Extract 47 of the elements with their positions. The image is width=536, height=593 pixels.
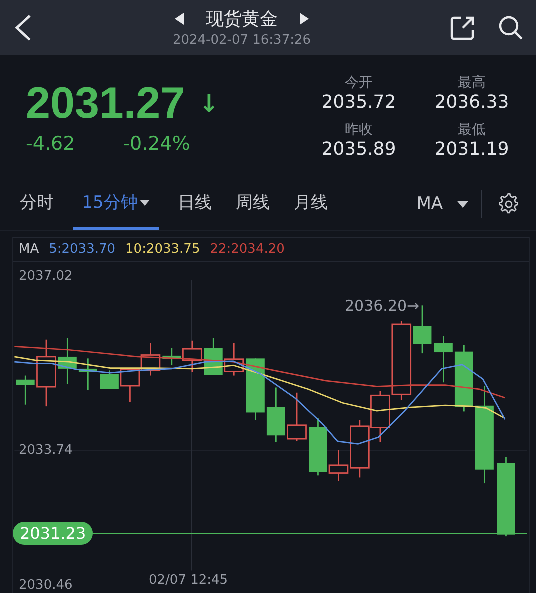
candle (58, 338, 77, 384)
candle (36, 340, 56, 407)
percent-change: -0.24% (123, 132, 190, 154)
stat-label: 昨收 (345, 120, 373, 138)
caret-icon (457, 200, 469, 208)
window-title: 现货黄金 (206, 8, 278, 31)
stat-label: 最低 (458, 120, 486, 138)
period-tab[interactable]: 日线 (173, 178, 217, 230)
candle (78, 358, 98, 390)
period-tab[interactable]: 分时 (15, 178, 59, 230)
search-icon[interactable] (498, 14, 524, 40)
timestamp: 2024-02-07 16:37:26 (172, 33, 312, 48)
stat-value: 2031.19 (434, 138, 510, 160)
candle (287, 392, 307, 442)
candle (434, 336, 453, 383)
candle (454, 345, 474, 412)
candle (224, 343, 244, 376)
last-price: 2031.27 (26, 78, 186, 128)
stat-label: 今开 (345, 74, 373, 92)
axis-label: 2033.74 (19, 443, 73, 458)
previous-icon[interactable] (174, 13, 184, 25)
legend-label: MA (19, 242, 40, 257)
candle (246, 358, 265, 420)
stat-value: 2035.89 (322, 138, 396, 160)
high-marker: 2036.20→ (345, 297, 420, 315)
period-tab[interactable]: 月线 (289, 178, 333, 230)
current-price-tag: 2031.23 (13, 522, 94, 545)
candle (204, 338, 223, 376)
price-change: -4.62 (26, 132, 76, 154)
candle (140, 343, 161, 376)
stat-value: 2035.72 (322, 92, 396, 112)
ma-value: 10:2033.75 (126, 242, 200, 257)
candle (266, 388, 286, 442)
direction-arrow: ↓ (199, 90, 220, 118)
ma-value: 5:2033.70 (49, 242, 116, 257)
axis-label: 2037.02 (19, 269, 73, 284)
indicator-dropdown[interactable]: MA (416, 190, 482, 218)
candle (16, 376, 35, 405)
period-tab[interactable]: 周线 (231, 178, 275, 230)
ma-value: 22:2034.20 (210, 242, 285, 257)
stat-value: 2036.33 (434, 92, 510, 112)
next-icon[interactable] (300, 13, 309, 25)
period-tab[interactable]: 15分钟 (73, 178, 159, 230)
axis-label: 2030.46 (19, 578, 73, 593)
time-label: 02/07 12:45 (149, 573, 228, 588)
stat-label: 最高 (458, 74, 486, 92)
share-icon[interactable] (450, 14, 476, 40)
